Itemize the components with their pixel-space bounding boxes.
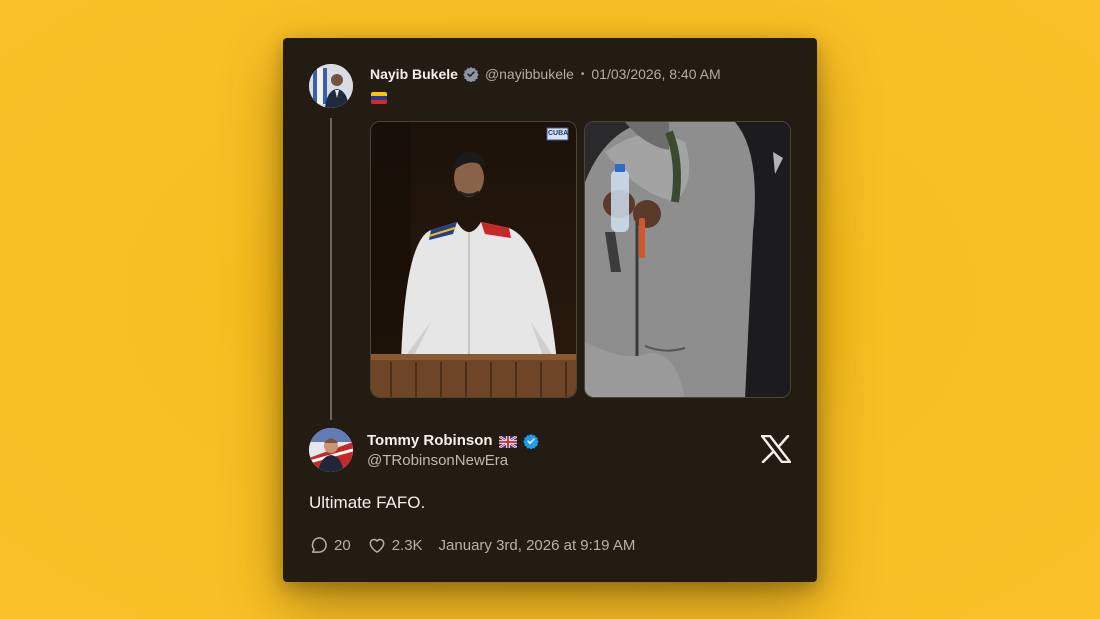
- author-avatar[interactable]: [309, 428, 353, 472]
- embedded-tweet-card: Nayib Bukele @nayibbukele • 01/03/2026, …: [283, 38, 817, 582]
- media-left[interactable]: CUBA: [370, 121, 577, 398]
- thread-connector-line: [330, 118, 332, 420]
- author-name[interactable]: Tommy Robinson: [367, 432, 493, 449]
- author-name-row: Tommy Robinson: [367, 432, 545, 449]
- x-logo-icon[interactable]: [760, 434, 792, 464]
- verified-badge-icon: [522, 433, 539, 449]
- tweet-footer: 20 2.3K January 3rd, 2026 at 9:19 AM: [309, 534, 635, 556]
- venezuela-flag-icon: [371, 92, 387, 104]
- like-count: 2.3K: [391, 536, 423, 554]
- author-handle[interactable]: @TRobinsonNewEra: [367, 452, 508, 469]
- quoted-author-avatar[interactable]: [309, 64, 353, 108]
- quoted-author-handle[interactable]: @nayibbukele: [485, 66, 574, 82]
- header-separator: •: [580, 68, 585, 80]
- media-right[interactable]: [584, 121, 791, 398]
- reply-count: 20: [334, 536, 351, 554]
- uk-flag-icon: [497, 434, 518, 449]
- heart-icon: [367, 535, 387, 555]
- like-button[interactable]: 2.3K: [367, 535, 423, 555]
- quoted-tweet-timestamp[interactable]: 01/03/2026, 8:40 AM: [591, 66, 720, 82]
- reply-icon: [309, 535, 329, 555]
- reply-button[interactable]: 20: [309, 535, 351, 555]
- tweet-text: Ultimate FAFO.: [309, 493, 426, 512]
- verified-badge-icon: [463, 66, 479, 83]
- quoted-tweet-header: Nayib Bukele @nayibbukele • 01/03/2026, …: [370, 64, 721, 84]
- media-badge: CUBA: [548, 130, 569, 137]
- quoted-author-name[interactable]: Nayib Bukele: [370, 66, 458, 82]
- tweet-timestamp[interactable]: January 3rd, 2026 at 9:19 AM: [439, 537, 636, 554]
